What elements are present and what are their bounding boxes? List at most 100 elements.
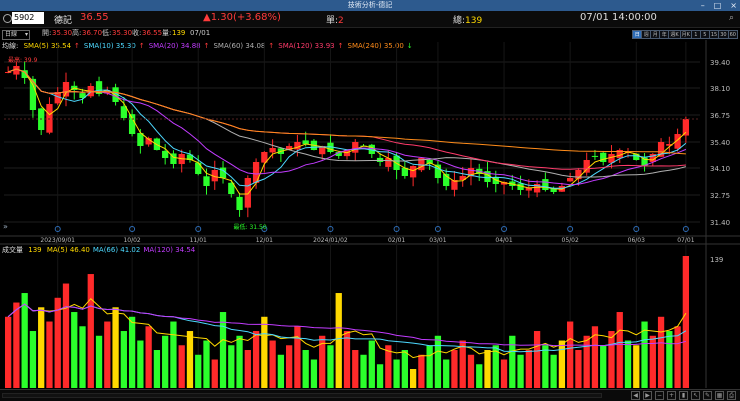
volume-bar	[352, 350, 359, 388]
volume-bar	[666, 331, 673, 388]
volume-bar	[137, 340, 144, 388]
volume-bar	[302, 350, 309, 388]
volume-bar	[567, 321, 574, 388]
volume-bar	[54, 297, 61, 388]
volume-bar	[195, 354, 202, 388]
price-axis-label: 35.40	[710, 139, 730, 147]
volume-bar	[393, 359, 400, 388]
volume-bar	[451, 350, 458, 388]
volume-bar	[228, 345, 235, 388]
volume-bar	[4, 316, 12, 388]
volume-bar	[343, 331, 351, 388]
volume-bar	[29, 331, 37, 388]
volume-bar	[62, 283, 70, 388]
candle-body	[219, 167, 227, 178]
time-axis-label: 10/02	[123, 237, 140, 244]
volume-bar	[657, 316, 665, 388]
scroll-right-icon[interactable]: ▶	[643, 391, 652, 400]
candle-body	[236, 196, 243, 210]
volume-ma-item: MA(5) 46.40	[46, 246, 90, 254]
bar-chart-icon[interactable]: ▮	[679, 391, 688, 400]
volume-bar	[211, 359, 218, 388]
volume-bar	[335, 293, 342, 388]
volume-bar	[327, 345, 334, 388]
volume-bar	[459, 340, 466, 388]
volume-bar	[434, 335, 442, 388]
candle-body	[542, 179, 549, 190]
price-axis-label: 39.40	[710, 59, 730, 67]
expand-icon[interactable]: »	[3, 222, 8, 231]
scroll-left-icon[interactable]: ◀	[631, 391, 640, 400]
volume-bar	[467, 354, 475, 388]
volume-bar	[633, 345, 640, 388]
candle-body	[252, 162, 260, 183]
candle-body	[409, 166, 417, 178]
volume-bar	[376, 364, 384, 388]
candle-body	[203, 176, 210, 186]
candle-body	[195, 162, 202, 174]
volume-bar	[219, 312, 227, 388]
volume-bar	[286, 345, 293, 388]
time-axis-label: 02/01	[388, 237, 405, 244]
bottom-bar: ◀ ▶ − + ▮ ↖ ✎ ▦ ⎙	[0, 389, 740, 401]
time-axis-label: 05/02	[562, 237, 579, 244]
candle-body	[682, 119, 690, 136]
draw-icon[interactable]: ✎	[703, 391, 712, 400]
volume-bar	[624, 340, 632, 388]
volume-bar	[616, 312, 623, 388]
volume-bar	[409, 369, 417, 388]
volume-bar	[162, 335, 169, 388]
volume-bar	[360, 354, 367, 388]
time-axis-label: 04/01	[495, 237, 512, 244]
volume-bar	[418, 354, 425, 388]
volume-bar	[244, 350, 251, 388]
volume-bar	[401, 350, 408, 388]
time-axis-label: 2023/09/01	[40, 237, 75, 244]
price-axis-label: 32.75	[710, 192, 730, 200]
candle-body	[62, 82, 70, 97]
candle-body	[269, 148, 276, 153]
volume-bar	[500, 359, 508, 388]
candle-body	[302, 140, 309, 144]
time-axis-label: 06/03	[628, 237, 645, 244]
volume-axis-label: 139	[710, 256, 723, 264]
volume-bar	[120, 331, 127, 388]
volume-bar	[170, 321, 177, 388]
volume-bar	[261, 316, 268, 388]
bottom-tools: ◀ ▶ − + ▮ ↖ ✎ ▦ ⎙	[631, 391, 736, 400]
volume-legend-label: 成交量	[2, 246, 23, 254]
volume-bar	[542, 345, 549, 388]
candle-body	[244, 178, 251, 208]
volume-bar	[525, 350, 532, 388]
candle-body	[4, 72, 12, 73]
volume-bar	[145, 326, 152, 388]
volume-bar	[550, 354, 557, 388]
volume-bar	[128, 316, 136, 388]
zoom-out-icon[interactable]: −	[655, 391, 664, 400]
volume-bar	[95, 335, 103, 388]
zoom-in-icon[interactable]: +	[667, 391, 676, 400]
volume-bar	[294, 326, 301, 388]
volume-ma-item: MA(66) 41.02	[92, 246, 141, 254]
volume-bar	[178, 345, 185, 388]
volume-bar	[583, 335, 590, 388]
chart-scrollbar[interactable]	[2, 393, 602, 398]
volume-bar	[104, 321, 111, 388]
layout-icon[interactable]: ▦	[715, 391, 724, 400]
candle-body	[633, 153, 640, 160]
ma-line	[7, 68, 686, 155]
chart-canvas[interactable]: 39.40 38.10 36.75 35.40 34.10 32.75 31.40 2023/…	[0, 0, 740, 401]
print-icon[interactable]: ⎙	[727, 391, 736, 400]
volume-bar	[484, 350, 491, 388]
low-annotation: 最低: 31.50	[234, 223, 267, 231]
time-axis-label: 07/01	[677, 237, 694, 244]
volume-bar	[46, 321, 53, 388]
time-axis-label: 2024/01/02	[313, 237, 348, 244]
volume-bar	[38, 307, 45, 388]
volume-bar	[310, 359, 318, 388]
candle-body	[352, 142, 359, 153]
volume-bar	[186, 331, 194, 388]
price-axis-label: 34.10	[710, 165, 730, 173]
volume-bar	[575, 350, 582, 388]
cursor-icon[interactable]: ↖	[691, 391, 700, 400]
